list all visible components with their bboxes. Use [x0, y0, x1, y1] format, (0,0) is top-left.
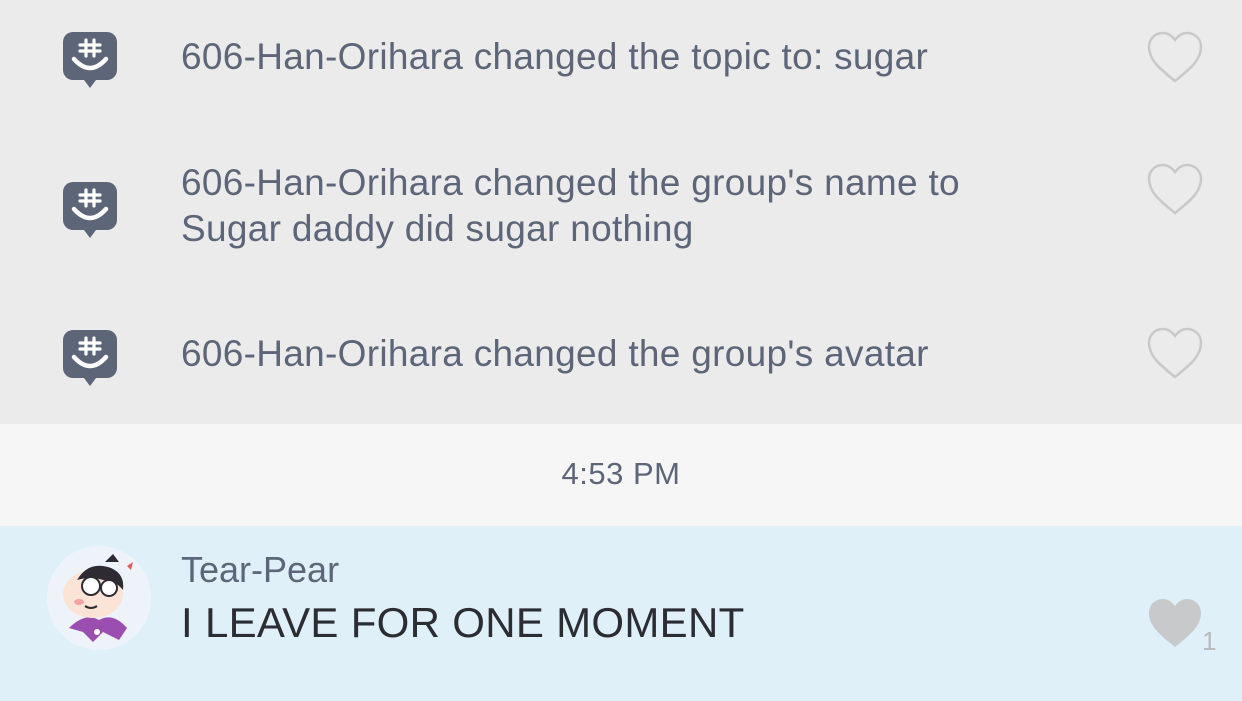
groupme-hashtag-icon — [63, 330, 117, 386]
heart-outline-icon[interactable] — [1146, 162, 1204, 216]
system-message-text: 606-Han-Orihara changed the group's name… — [181, 162, 960, 249]
system-message-row: 606-Han-Orihara changed the group's name… — [0, 118, 1242, 288]
groupme-hashtag-icon — [63, 32, 117, 88]
system-message-text: 606-Han-Orihara changed the topic to: su… — [181, 36, 929, 77]
cartoon-avatar — [47, 546, 151, 650]
like-count: 1 — [1202, 626, 1217, 656]
chat-message[interactable]: Tear-Pear I LEAVE FOR ONE MOMENT 1 — [0, 526, 1242, 701]
timestamp-divider: 4:53 PM — [0, 424, 1242, 526]
message-text: I LEAVE FOR ONE MOMENT — [181, 599, 745, 646]
system-messages: 606-Han-Orihara changed the topic to: su… — [0, 0, 1242, 424]
heart-outline-icon[interactable] — [1146, 30, 1204, 84]
heart-outline-icon[interactable] — [1146, 326, 1204, 380]
system-message-text: 606-Han-Orihara changed the group's avat… — [181, 333, 929, 374]
timestamp: 4:53 PM — [561, 456, 681, 491]
system-message-row: 606-Han-Orihara changed the group's avat… — [0, 288, 1242, 424]
groupme-hashtag-icon — [63, 182, 117, 238]
system-message-row: 606-Han-Orihara changed the topic to: su… — [0, 0, 1242, 118]
heart-filled-icon[interactable] — [1146, 596, 1204, 650]
sender-name[interactable]: Tear-Pear — [181, 548, 339, 592]
avatar[interactable] — [47, 546, 151, 650]
